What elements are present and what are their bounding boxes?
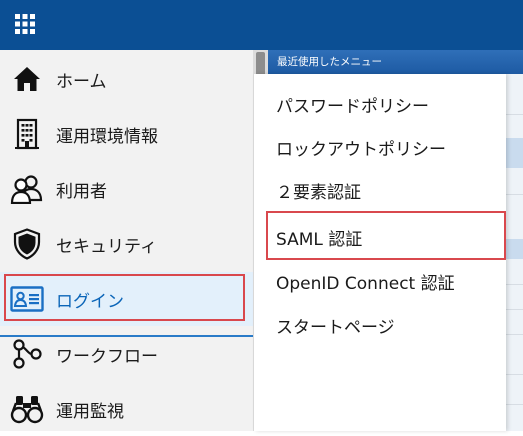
menu-item-lockout-policy[interactable]: ロックアウトポリシー: [276, 135, 446, 160]
home-icon: [10, 62, 44, 96]
sidebar-item-label: ワークフロー: [56, 346, 158, 367]
binoculars-icon: [10, 392, 44, 426]
users-icon: [10, 172, 44, 206]
sidebar-item-label: 運用環境情報: [56, 126, 158, 147]
building-icon: [10, 117, 44, 151]
sidebar-item-home[interactable]: ホーム: [0, 52, 253, 106]
content-edge: [506, 74, 523, 431]
sidebar-item-workflow[interactable]: ワークフロー: [0, 327, 253, 381]
workflow-icon: [10, 337, 44, 371]
recent-menu-header: 最近使用したメニュー: [268, 50, 523, 74]
sidebar-item-monitoring[interactable]: 運用監視: [0, 382, 253, 436]
saml-highlight-box: [266, 211, 506, 260]
menu-item-start-page[interactable]: スタートページ: [276, 313, 395, 338]
menu-item-password-policy[interactable]: パスワードポリシー: [276, 92, 429, 117]
sidebar-item-label: ホーム: [56, 71, 107, 92]
top-bar: [0, 0, 523, 50]
sidebar-item-label: 運用監視: [56, 401, 124, 422]
scrollbar-thumb[interactable]: [256, 52, 265, 76]
sidebar-item-label: 利用者: [56, 181, 107, 202]
menu-item-two-factor-auth[interactable]: ２要素認証: [276, 178, 361, 203]
sidebar-item-users[interactable]: 利用者: [0, 162, 253, 216]
login-highlight-box: [4, 274, 245, 321]
app-grid-icon[interactable]: [14, 13, 36, 35]
menu-item-openid-auth[interactable]: OpenID Connect 認証: [276, 269, 455, 294]
sidebar-item-environment[interactable]: 運用環境情報: [0, 107, 253, 161]
sidebar-item-security[interactable]: セキュリティ: [0, 217, 253, 271]
shield-icon: [10, 227, 44, 261]
sidebar-item-label: セキュリティ: [56, 236, 157, 257]
